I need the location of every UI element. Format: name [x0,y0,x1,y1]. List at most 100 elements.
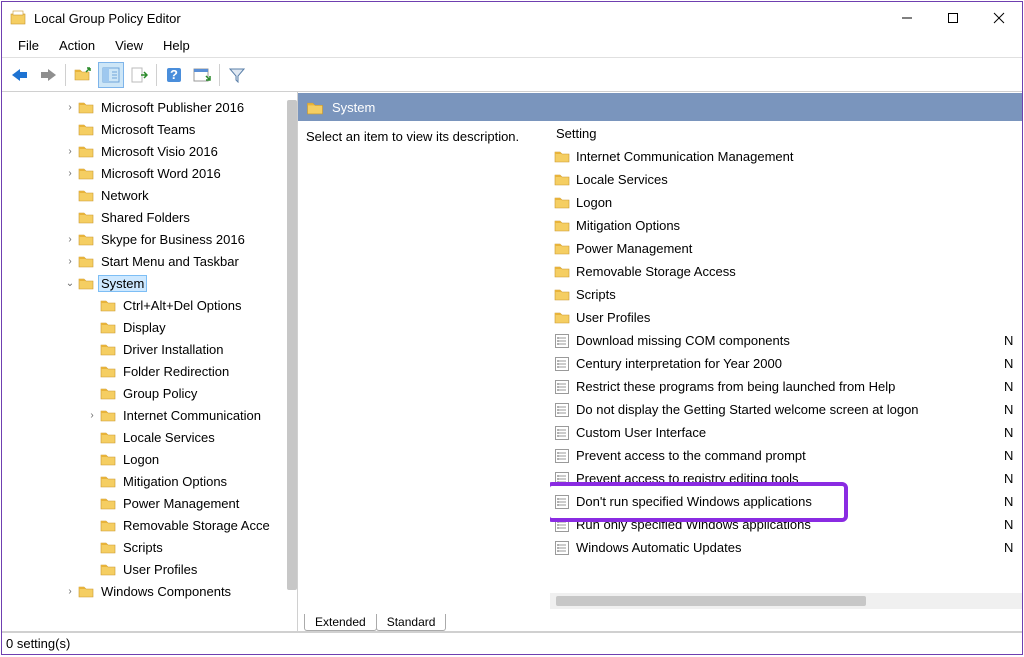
tree-item-label: Start Menu and Taskbar [98,253,242,270]
chevron-right-icon[interactable]: › [64,586,76,597]
filter-button[interactable] [224,62,250,88]
menu-view[interactable]: View [105,35,153,56]
settings-row[interactable]: Power Management [550,237,1022,260]
settings-row-state: N [1004,471,1022,486]
tree-item[interactable]: ›Microsoft Word 2016 [2,162,297,184]
policy-setting-icon [554,402,570,418]
menu-file[interactable]: File [8,35,49,56]
export-button[interactable] [126,62,152,88]
chevron-right-icon[interactable]: › [64,168,76,179]
tree-scrollbar[interactable] [287,100,297,590]
settings-row[interactable]: Internet Communication Management [550,145,1022,168]
tree-item-label: Power Management [120,495,242,512]
settings-row[interactable]: Don't run specified Windows applications… [550,490,1022,513]
chevron-right-icon[interactable]: › [64,256,76,267]
folder-icon [100,430,116,444]
folder-icon [554,310,570,326]
tree-view[interactable]: ›Microsoft Publisher 2016Microsoft Teams… [2,92,297,631]
settings-row[interactable]: Scripts [550,283,1022,306]
settings-row[interactable]: Custom User InterfaceN [550,421,1022,444]
folder-icon [78,254,94,268]
chevron-right-icon[interactable]: › [64,102,76,113]
tree-item[interactable]: Scripts [2,536,297,558]
settings-row[interactable]: Mitigation Options [550,214,1022,237]
settings-row-state: N [1004,448,1022,463]
tree-item[interactable]: Driver Installation [2,338,297,360]
back-button[interactable] [7,62,33,88]
tab-extended[interactable]: Extended [304,614,377,631]
policy-setting-icon [554,494,570,510]
chevron-down-icon[interactable]: ⌄ [64,278,76,289]
folder-icon [554,172,570,188]
tree-item[interactable]: ›Internet Communication [2,404,297,426]
settings-column-header[interactable]: Setting [550,121,1022,145]
tree-item-label: Folder Redirection [120,363,232,380]
policy-setting-icon [554,471,570,487]
settings-row-label: Restrict these programs from being launc… [576,379,1004,394]
settings-row-label: Power Management [576,241,1022,256]
folder-icon [78,584,94,598]
tree-item-label: Mitigation Options [120,473,230,490]
settings-row[interactable]: Prevent access to registry editing tools… [550,467,1022,490]
help-button[interactable]: ? [161,62,187,88]
tree-item[interactable]: Folder Redirection [2,360,297,382]
tree-item-label: User Profiles [120,561,200,578]
folder-icon [554,264,570,280]
tree-item[interactable]: User Profiles [2,558,297,580]
settings-row[interactable]: Logon [550,191,1022,214]
settings-row-label: Internet Communication Management [576,149,1022,164]
forward-button[interactable] [35,62,61,88]
tree-item[interactable]: Power Management [2,492,297,514]
up-folder-button[interactable] [70,62,96,88]
chevron-right-icon[interactable]: › [64,146,76,157]
tree-item[interactable]: Network [2,184,297,206]
tree-item[interactable]: Logon [2,448,297,470]
settings-row-label: User Profiles [576,310,1022,325]
folder-icon [100,540,116,554]
content-area: ›Microsoft Publisher 2016Microsoft Teams… [2,92,1022,631]
chevron-right-icon[interactable]: › [86,410,98,421]
settings-row[interactable]: Century interpretation for Year 2000N [550,352,1022,375]
tree-item-label: Group Policy [120,385,200,402]
tree-item[interactable]: › Start Menu and Taskbar [2,250,297,272]
settings-row[interactable]: Removable Storage Access [550,260,1022,283]
statusbar: 0 setting(s) [2,632,1022,654]
tree-item[interactable]: Display [2,316,297,338]
maximize-button[interactable] [930,2,976,34]
tree-item[interactable]: ›Skype for Business 2016 [2,228,297,250]
settings-row[interactable]: Prevent access to the command promptN [550,444,1022,467]
settings-row[interactable]: Restrict these programs from being launc… [550,375,1022,398]
tree-item[interactable]: Microsoft Teams [2,118,297,140]
tree-item[interactable]: Locale Services [2,426,297,448]
tree-item[interactable]: ›Windows Components [2,580,297,602]
tree-item[interactable]: Group Policy [2,382,297,404]
chevron-right-icon[interactable]: › [64,234,76,245]
tab-standard[interactable]: Standard [376,614,447,631]
settings-row[interactable]: Download missing COM componentsN [550,329,1022,352]
close-button[interactable] [976,2,1022,34]
menu-action[interactable]: Action [49,35,105,56]
tree-item[interactable]: Ctrl+Alt+Del Options [2,294,297,316]
settings-row[interactable]: Run only specified Windows applicationsN [550,513,1022,536]
settings-hscrollbar[interactable] [550,593,1022,609]
folder-icon [100,364,116,378]
tree-item[interactable]: ⌄System [2,272,297,294]
tree-item[interactable]: Shared Folders [2,206,297,228]
folder-icon [554,149,570,165]
tree-item[interactable]: Mitigation Options [2,470,297,492]
folder-icon [78,122,94,136]
menu-help[interactable]: Help [153,35,200,56]
settings-row[interactable]: Windows Automatic UpdatesN [550,536,1022,559]
folder-icon [78,100,94,114]
tree-item[interactable]: ›Microsoft Visio 2016 [2,140,297,162]
settings-row[interactable]: Do not display the Getting Started welco… [550,398,1022,421]
tree-item[interactable]: ›Microsoft Publisher 2016 [2,96,297,118]
tree-item[interactable]: Removable Storage Acce [2,514,297,536]
folder-icon [78,210,94,224]
settings-row[interactable]: User Profiles [550,306,1022,329]
settings-row[interactable]: Locale Services [550,168,1022,191]
properties-button[interactable] [189,62,215,88]
minimize-button[interactable] [884,2,930,34]
show-tree-button[interactable] [98,62,124,88]
policy-setting-icon [554,540,570,556]
